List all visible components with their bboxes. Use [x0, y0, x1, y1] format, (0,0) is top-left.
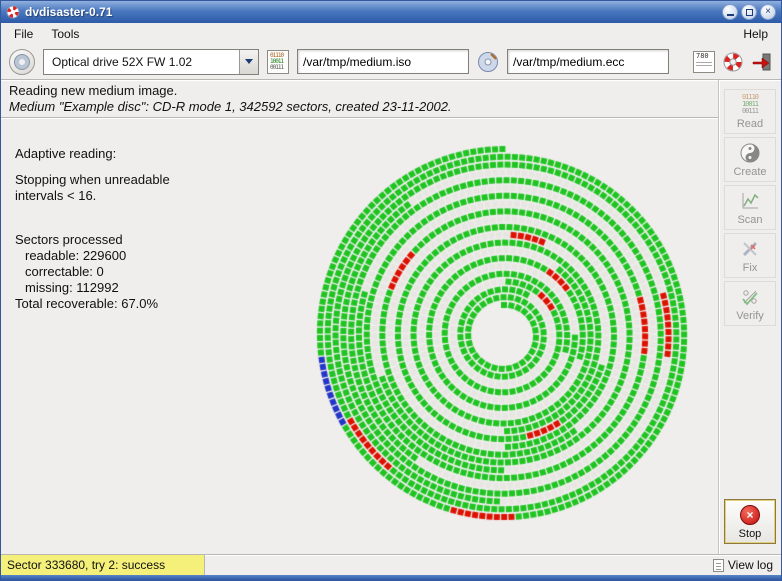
stop-icon: ×: [740, 504, 760, 526]
ecc-file-icon: [478, 51, 498, 72]
drive-combobox-value: Optical drive 52X FW 1.02: [52, 54, 193, 69]
scan-curve-icon: [740, 190, 760, 212]
menu-tools[interactable]: Tools: [42, 25, 88, 43]
statusbar: Sector 333680, try 2: success View log: [1, 554, 781, 575]
menubar: File Tools Help: [1, 23, 781, 44]
menu-file[interactable]: File: [5, 25, 42, 43]
scan-button-label: Scan: [737, 213, 763, 226]
status-line-1: Reading new medium image.: [9, 83, 178, 98]
sector-spiral: [304, 135, 704, 535]
fix-button-label: Fix: [742, 261, 758, 274]
statusbar-spacer: [205, 555, 705, 575]
verify-percent-icon: [740, 286, 760, 308]
minimize-button[interactable]: [722, 4, 738, 20]
image-file-icon: 01110 10011 00111: [267, 49, 289, 74]
fix-button[interactable]: Fix: [724, 233, 776, 278]
binary-line: 00111: [270, 63, 284, 71]
left-column: Reading new medium image. Medium "Exampl…: [1, 80, 718, 554]
combobox-arrow-button[interactable]: [239, 49, 258, 74]
missing-count: missing: 112992: [25, 280, 119, 295]
stop-button[interactable]: × Stop: [724, 499, 776, 544]
window-title: dvdisaster-0.71: [25, 5, 113, 19]
stopping-line-2: intervals < 16.: [15, 188, 97, 203]
status-message-area: Reading new medium image. Medium "Exampl…: [1, 80, 718, 118]
window-controls: ×: [719, 4, 776, 20]
adaptive-reading-title: Adaptive reading:: [15, 146, 117, 161]
binary-line: 00111: [741, 107, 759, 115]
cd-drive-icon: [14, 53, 30, 70]
quit-icon[interactable]: [751, 51, 773, 73]
verify-button-label: Verify: [736, 309, 764, 322]
create-button[interactable]: Create: [724, 137, 776, 182]
scan-button[interactable]: Scan: [724, 185, 776, 230]
drive-combobox[interactable]: Optical drive 52X FW 1.02: [43, 48, 259, 75]
fix-tools-icon: [740, 238, 760, 260]
read-button-label: Read: [736, 117, 764, 130]
toolbar: Optical drive 52X FW 1.02 01110 10011 00…: [1, 44, 781, 80]
close-button[interactable]: ×: [760, 4, 776, 20]
iso-path-input[interactable]: [297, 49, 469, 74]
create-button-label: Create: [733, 165, 767, 178]
sector-status-message: Sector 333680, try 2: success: [1, 555, 205, 575]
read-binary-icon: 01110 10011 00111: [741, 94, 759, 116]
titlebar[interactable]: dvdisaster-0.71 ×: [1, 1, 781, 23]
verify-button[interactable]: Verify: [724, 281, 776, 326]
maximize-button[interactable]: [741, 4, 757, 20]
close-icon: ×: [765, 6, 771, 17]
window-bottom-border: [1, 575, 781, 580]
preferences-icon[interactable]: 780: [693, 50, 715, 73]
readable-count: readable: 229600: [25, 248, 127, 263]
app-window: dvdisaster-0.71 × File Tools Help Optica…: [0, 0, 782, 581]
view-log-button[interactable]: View log: [705, 555, 781, 575]
chevron-down-icon: [245, 59, 253, 64]
prefs-digits: 780: [696, 51, 709, 60]
drive-select-button[interactable]: [9, 48, 35, 75]
ecc-path-input[interactable]: [507, 49, 669, 74]
yin-yang-icon: [740, 142, 760, 164]
action-sidebar: 01110 10011 00111 Read Create Scan Fix V…: [718, 80, 781, 554]
correctable-count: correctable: 0: [25, 264, 104, 279]
app-icon: [6, 5, 20, 19]
main-row: Reading new medium image. Medium "Exampl…: [1, 80, 781, 554]
total-recoverable: Total recoverable: 67.0%: [15, 296, 159, 311]
minimize-icon: [726, 14, 734, 16]
reading-info: Adaptive reading: Stopping when unreadab…: [15, 146, 170, 312]
stop-button-label: Stop: [738, 527, 762, 540]
view-log-label: View log: [727, 558, 773, 572]
reading-view: Adaptive reading: Stopping when unreadab…: [1, 118, 718, 554]
toolbar-right-group: 780: [693, 50, 773, 73]
read-button[interactable]: 01110 10011 00111 Read: [724, 89, 776, 134]
sectors-processed-title: Sectors processed: [15, 232, 123, 247]
menu-help[interactable]: Help: [734, 25, 777, 43]
status-line-2: Medium "Example disc": CD-R mode 1, 3425…: [9, 99, 452, 114]
log-page-icon: [712, 558, 724, 572]
maximize-icon: [745, 8, 753, 16]
help-lifebelt-icon[interactable]: [722, 51, 744, 73]
stopping-line-1: Stopping when unreadable: [15, 172, 170, 187]
